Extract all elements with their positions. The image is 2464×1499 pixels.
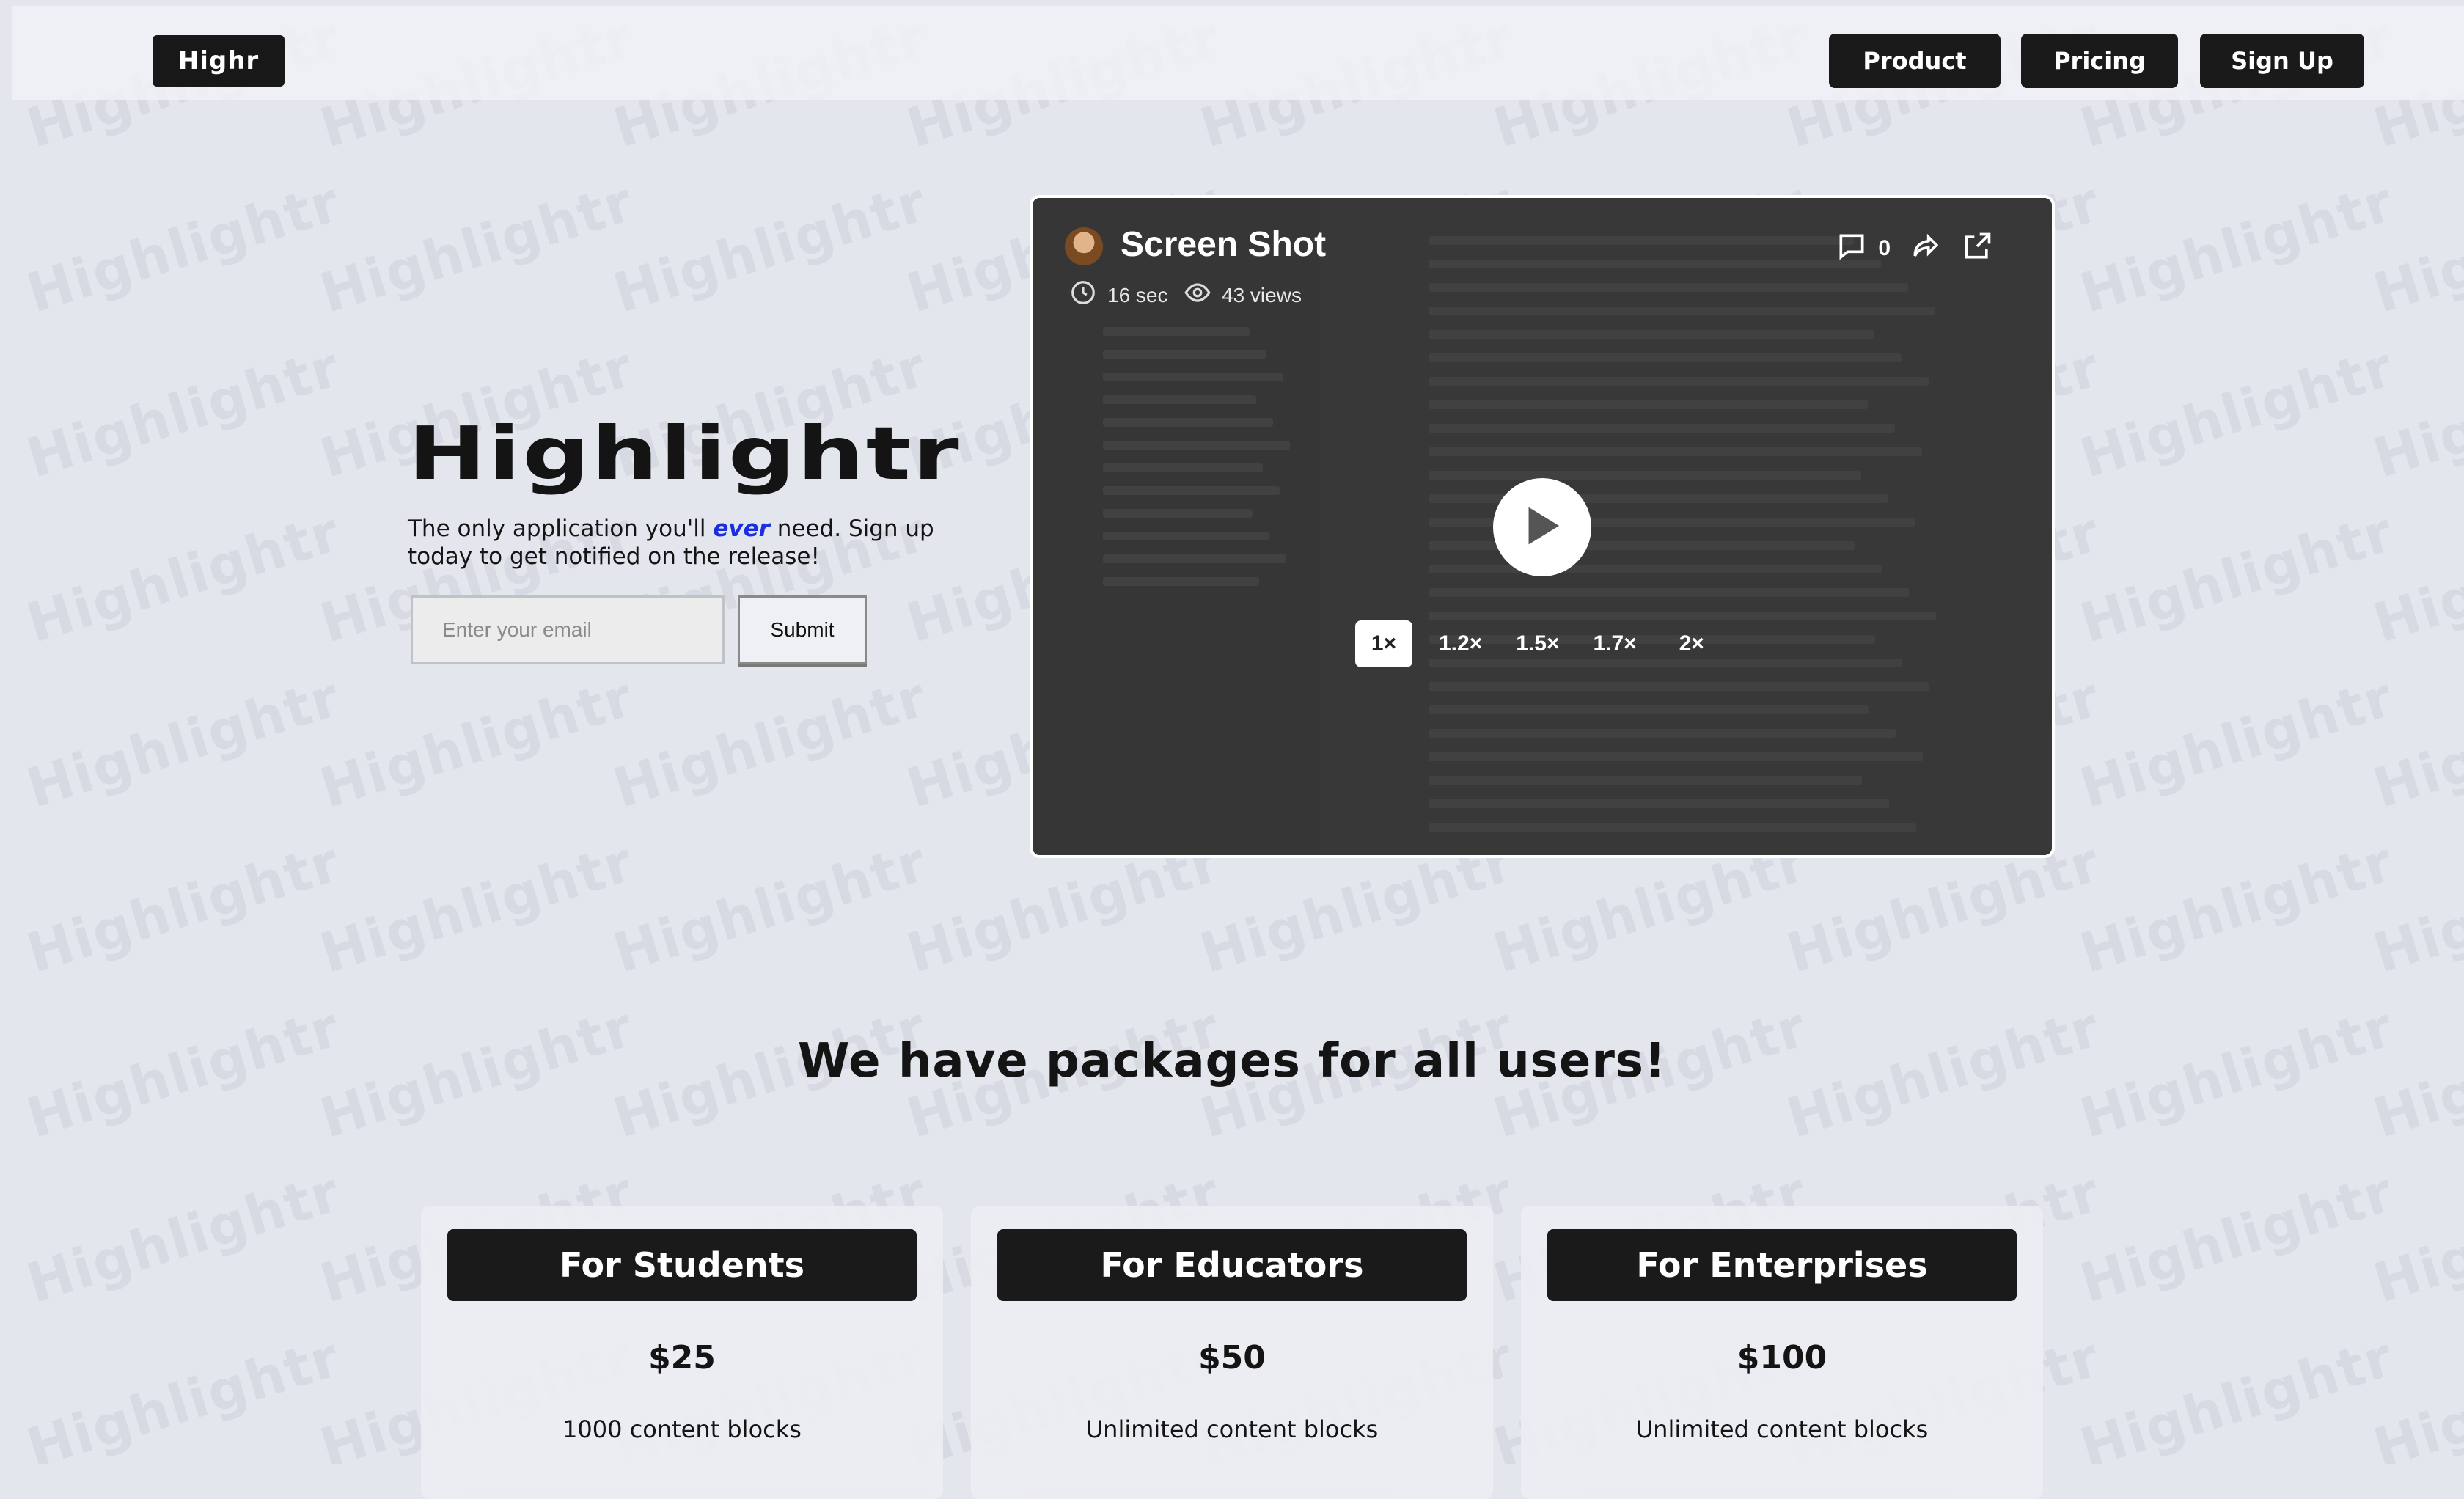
package-card-educators: For Educators $50 Unlimited content bloc… (971, 1206, 1493, 1499)
watermark-text: Highlightr (2366, 1325, 2464, 1464)
watermark-text: Highlightr (606, 170, 935, 326)
top-navbar: Highr Product Pricing Sign Up (12, 6, 2464, 100)
package-feature: Unlimited content blocks (1085, 1415, 1379, 1443)
external-link-icon[interactable] (1961, 230, 1993, 266)
watermark-text: Highlightr (2073, 830, 2402, 986)
comment-count: 0 (1878, 235, 1891, 260)
video-duration: 16 sec (1107, 283, 1168, 307)
views-meta: 43 views (1184, 279, 1302, 312)
package-name[interactable]: For Students (447, 1229, 917, 1301)
video-title: Screen Shot (1121, 225, 1327, 264)
play-button[interactable] (1493, 478, 1591, 576)
package-name[interactable]: For Enterprises (1547, 1229, 2017, 1301)
watermark-text: Highlightr (20, 335, 348, 491)
watermark-text: Highlightr (20, 1160, 348, 1316)
watermark-text: Highlightr (313, 170, 642, 326)
watermark-text: Highlightr (2366, 500, 2464, 656)
video-actions: 0 (1836, 230, 1993, 266)
watermark-text: Highlightr (2366, 335, 2464, 491)
watermark-text: Highlightr (2366, 665, 2464, 821)
video-player[interactable]: Screen Shot 16 sec 43 views 0 1× 1.2× 1.5×… (1030, 195, 2055, 858)
speed-option[interactable]: 1.7× (1585, 620, 1643, 667)
speed-option[interactable]: 1.2× (1431, 620, 1489, 667)
watermark-text: Highlightr (20, 500, 348, 656)
watermark-text: Highlightr (2073, 1160, 2402, 1316)
submit-button[interactable]: Submit (738, 595, 867, 664)
watermark-text: Highlightr (2366, 830, 2464, 986)
package-price: $50 (1198, 1339, 1266, 1377)
package-price: $100 (1737, 1339, 1827, 1377)
speed-option[interactable]: 1.5× (1508, 620, 1566, 667)
watermark-text: Highlightr (313, 665, 642, 821)
watermark-text: Highlightr (606, 830, 935, 986)
watermark-text: Highlightr (2366, 170, 2464, 326)
sign-up-button[interactable]: Sign Up (2200, 34, 2364, 88)
author-avatar (1065, 227, 1103, 265)
watermark-text: Highlightr (2073, 335, 2402, 491)
share-icon[interactable] (1910, 230, 1942, 266)
watermark-text: Highlightr (2073, 500, 2402, 656)
watermark-text: Highlightr (20, 170, 348, 326)
hero-tagline: The only application you'll ever need. S… (408, 515, 950, 571)
product-button[interactable]: Product (1829, 34, 2001, 88)
tagline-emphasis: ever (713, 516, 770, 542)
package-feature: 1000 content blocks (562, 1415, 802, 1443)
watermark-text: Highlightr (20, 1325, 348, 1464)
eye-icon (1184, 279, 1211, 312)
package-price: $25 (648, 1339, 716, 1377)
watermark-text: Highlightr (2073, 1325, 2402, 1464)
speed-option[interactable]: 1× (1355, 620, 1412, 667)
packages-title: We have packages for all users! (797, 1034, 1667, 1088)
watermark-text: Highlightr (20, 665, 348, 821)
play-icon (1522, 504, 1563, 551)
email-input[interactable] (411, 595, 725, 664)
package-card-enterprises: For Enterprises $100 Unlimited content b… (1521, 1206, 2043, 1499)
package-feature: Unlimited content blocks (1635, 1415, 1929, 1443)
watermark-text: Highlightr (2073, 665, 2402, 821)
package-name[interactable]: For Educators (997, 1229, 1467, 1301)
watermark-text: Highlightr (2073, 170, 2402, 326)
pricing-button[interactable]: Pricing (2021, 34, 2178, 88)
hero-title: Highlightr (408, 411, 961, 496)
watermark-text: Highlightr (606, 665, 935, 821)
watermark-text: Highlightr (2366, 1160, 2464, 1316)
speed-option[interactable]: 2× (1663, 620, 1720, 667)
video-views: 43 views (1222, 283, 1302, 307)
clock-icon (1069, 279, 1097, 312)
tagline-start: The only application you'll (408, 516, 714, 542)
duration-meta: 16 sec (1069, 279, 1168, 312)
logo[interactable]: Highr (153, 35, 285, 87)
comment-icon[interactable] (1836, 230, 1868, 266)
package-card-students: For Students $25 1000 content blocks (421, 1206, 943, 1499)
watermark-text: Highlightr (20, 830, 348, 986)
playback-speed-selector: 1× 1.2× 1.5× 1.7× 2× (1355, 620, 1720, 667)
watermark-text: Highlightr (313, 830, 642, 986)
